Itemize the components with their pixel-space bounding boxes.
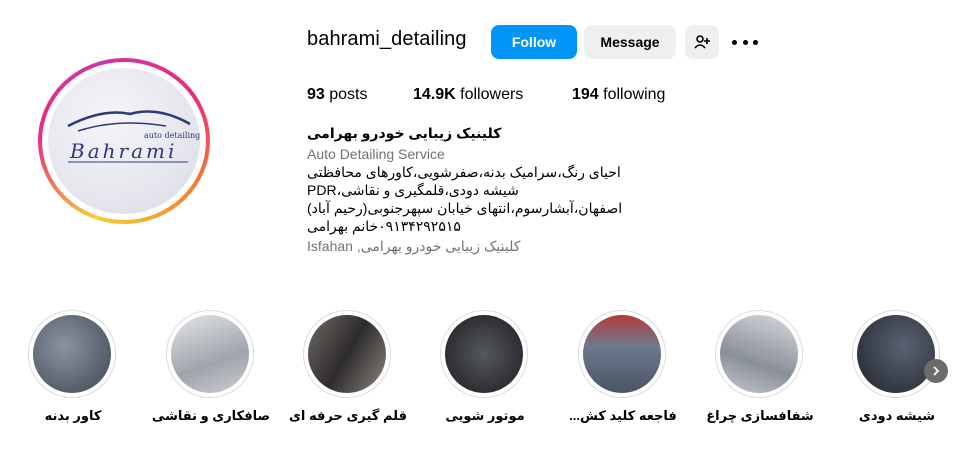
highlight-cover [33, 315, 111, 393]
bio-full-name: کلینیک زیبایی خودرو بهرامی [307, 125, 502, 141]
suggest-users-button[interactable] [685, 25, 719, 59]
highlight-label: موتور شویی [445, 408, 525, 423]
bahrami-logo: auto detailing Bahrami [67, 110, 200, 163]
highlight-item[interactable]: کاور بدنه [28, 310, 118, 450]
highlight-label: قلم گیری حرفه ای [289, 408, 407, 423]
bio-location: کلینیک زیبایی خودرو بهرامی, Isfahan [307, 238, 521, 254]
profile-avatar[interactable]: auto detailing Bahrami [38, 58, 220, 224]
highlight-cover [857, 315, 935, 393]
bio-line: احیای رنگ،سرامیک بدنه،صفرشویی،کاورهای مح… [307, 164, 621, 180]
avatar-image: auto detailing Bahrami [48, 68, 200, 214]
highlight-item[interactable]: صافکاری و نقاشی [152, 310, 270, 450]
highlight-item[interactable]: موتور شویی [440, 310, 530, 450]
highlight-cover [720, 315, 798, 393]
following-stat[interactable]: 194 following [572, 86, 665, 104]
bio-line: شیشه دودی،قلمگیری و نقاشی،PDR [307, 182, 519, 198]
highlight-label: فاجعه کلید کش... [569, 408, 677, 423]
chevron-right-icon [933, 366, 940, 376]
highlight-cover [583, 315, 661, 393]
highlight-item[interactable]: قلم گیری حرفه ای [289, 310, 407, 450]
highlight-cover [445, 315, 523, 393]
highlight-item[interactable]: فاجعه کلید کش... [569, 310, 677, 450]
followers-stat[interactable]: 14.9K followers [413, 86, 523, 104]
more-horizontal-icon [732, 39, 737, 45]
bio-category: Auto Detailing Service [307, 146, 445, 162]
message-button[interactable]: Message [584, 25, 676, 59]
highlight-item[interactable]: شفافسازی چراغ [706, 310, 814, 450]
svg-text:Bahrami: Bahrami [69, 139, 177, 163]
highlight-label: صافکاری و نقاشی [151, 408, 271, 423]
posts-stat: 93 posts [307, 86, 368, 103]
highlight-cover [171, 315, 249, 393]
follow-button[interactable]: Follow [491, 25, 577, 59]
more-options-button[interactable] [732, 30, 758, 54]
highlight-cover [308, 315, 386, 393]
bio-line: ۰۹۱۳۴۲۹۲۵۱۵خانم بهرامی [307, 218, 461, 234]
highlight-label: شیشه دودی [858, 408, 936, 423]
highlights-next-button[interactable] [924, 359, 948, 383]
highlight-label: کاور بدنه [44, 408, 102, 423]
person-add-icon [694, 35, 710, 49]
profile-username: bahrami_detailing [307, 28, 467, 50]
highlight-label: شفافسازی چراغ [706, 408, 814, 423]
bio-line: اصفهان،آبشارسوم،انتهای خیابان سپهرجنوبی(… [307, 200, 623, 216]
